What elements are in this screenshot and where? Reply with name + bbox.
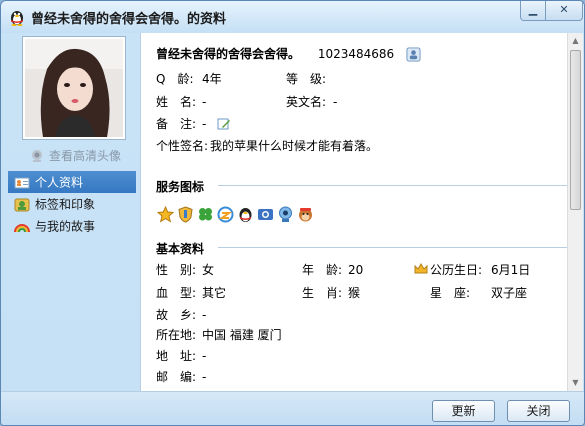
sidebar-item-personal-info[interactable]: 个人资料 (8, 171, 136, 193)
qq-age-value: 4年 (202, 72, 222, 86)
qq-age-label: Q 龄: (156, 72, 194, 86)
zodiac-value: 猴 (348, 286, 361, 300)
gender-value: 女 (202, 263, 215, 277)
scroll-thumb[interactable] (570, 50, 581, 210)
monkey-icon[interactable] (297, 206, 314, 223)
birthday-label: 公历生日: (430, 263, 483, 277)
star-icon[interactable] (157, 206, 174, 223)
name-label: 姓 名: (156, 95, 197, 109)
profile-window: 曾经未舍得的舍得会舍得。的资料 ▁ ✕ 查看高清头像 个人资料 标签和印象 与我… (0, 0, 585, 426)
scroll-down-arrow[interactable]: ▼ (568, 375, 583, 391)
crown-icon (414, 263, 428, 274)
title-bar[interactable]: 曾经未舍得的舍得会舍得。的资料 ▁ ✕ (1, 1, 584, 33)
location-label: 所在地: (156, 328, 197, 342)
avatar[interactable] (25, 39, 123, 137)
profile-header: 曾经未舍得的舍得会舍得。 1023484686 (156, 45, 421, 63)
services-section-title: 服务图标 (156, 180, 205, 194)
nickname: 曾经未舍得的舍得会舍得。 (156, 47, 301, 61)
minimize-icon: ▁ (528, 3, 538, 16)
age-label: 年 龄: (302, 263, 343, 277)
rainbow-icon (14, 223, 30, 232)
birthday-value: 6月1日 (491, 263, 531, 277)
basic-info-section-title: 基本资料 (156, 242, 205, 256)
close-button[interactable]: 关闭 (507, 400, 570, 422)
clover-icon[interactable] (197, 206, 214, 223)
address-value: - (202, 349, 207, 363)
hometown-value: - (202, 308, 207, 322)
signature-label: 个性签名: (156, 139, 209, 153)
address-label: 地 址: (156, 349, 197, 363)
penguin-icon[interactable] (237, 206, 254, 223)
camera-icon (32, 149, 42, 162)
scroll-up-arrow[interactable]: ▲ (568, 33, 583, 49)
close-icon: ✕ (559, 3, 569, 16)
refresh-button[interactable]: 更新 (432, 400, 495, 422)
zodiac-label: 生 肖: (302, 286, 343, 300)
minimize-button[interactable]: ▁ (520, 1, 546, 21)
age-value: 20 (348, 263, 364, 277)
blood-type-label: 血 型: (156, 286, 197, 300)
sidebar-nav: 个人资料 标签和印象 与我的故事 (8, 171, 136, 237)
signature-value: 我的苹果什么时候才能有着落。 (210, 139, 379, 153)
note-value: - (202, 117, 207, 131)
photo-icon[interactable] (257, 206, 274, 223)
sidebar-item-story[interactable]: 与我的故事 (8, 215, 136, 237)
shield-icon[interactable] (177, 206, 194, 223)
gender-label: 性 别: (156, 263, 197, 277)
basic-info-divider (218, 247, 568, 248)
location-value: 中国 福建 厦门 (202, 328, 282, 342)
english-name-value: - (333, 95, 338, 109)
sidebar-item-tags[interactable]: 标签和印象 (8, 193, 136, 215)
profile-card-icon (14, 177, 30, 188)
bottom-bar: 更新 关闭 (1, 391, 584, 425)
blood-type-value: 其它 (202, 286, 227, 300)
postcode-value: - (202, 370, 207, 384)
name-value: - (202, 95, 207, 109)
window-title: 曾经未舍得的舍得会舍得。的资料 (31, 12, 227, 27)
qzone-icon[interactable] (217, 206, 234, 223)
services-divider (218, 185, 568, 186)
note-label: 备 注: (156, 117, 197, 131)
edit-note-icon[interactable] (217, 117, 231, 131)
level-label: 等 级: (286, 72, 327, 86)
left-panel: 查看高清头像 个人资料 标签和印象 与我的故事 (2, 33, 139, 391)
postcode-label: 邮 编: (156, 370, 197, 384)
contact-card-icon[interactable] (406, 47, 421, 62)
hometown-label: 故 乡: (156, 308, 197, 322)
avatar-frame[interactable] (22, 36, 126, 140)
qq-number: 1023484686 (317, 47, 395, 61)
english-name-label: 英文名: (286, 95, 327, 109)
profile-content: 曾经未舍得的舍得会舍得。 1023484686 Q 龄: 4年 等 级: 姓 名… (140, 33, 583, 391)
view-hd-avatar-link[interactable]: 查看高清头像 (29, 147, 121, 165)
qq-penguin-icon (11, 11, 23, 26)
constellation-label: 星 座: (430, 286, 471, 300)
constellation-value: 双子座 (491, 286, 528, 300)
vertical-scrollbar[interactable]: ▲ ▼ (567, 33, 583, 391)
tag-icon (14, 198, 30, 211)
close-window-button[interactable]: ✕ (545, 1, 583, 21)
webcam-icon[interactable] (277, 206, 294, 223)
